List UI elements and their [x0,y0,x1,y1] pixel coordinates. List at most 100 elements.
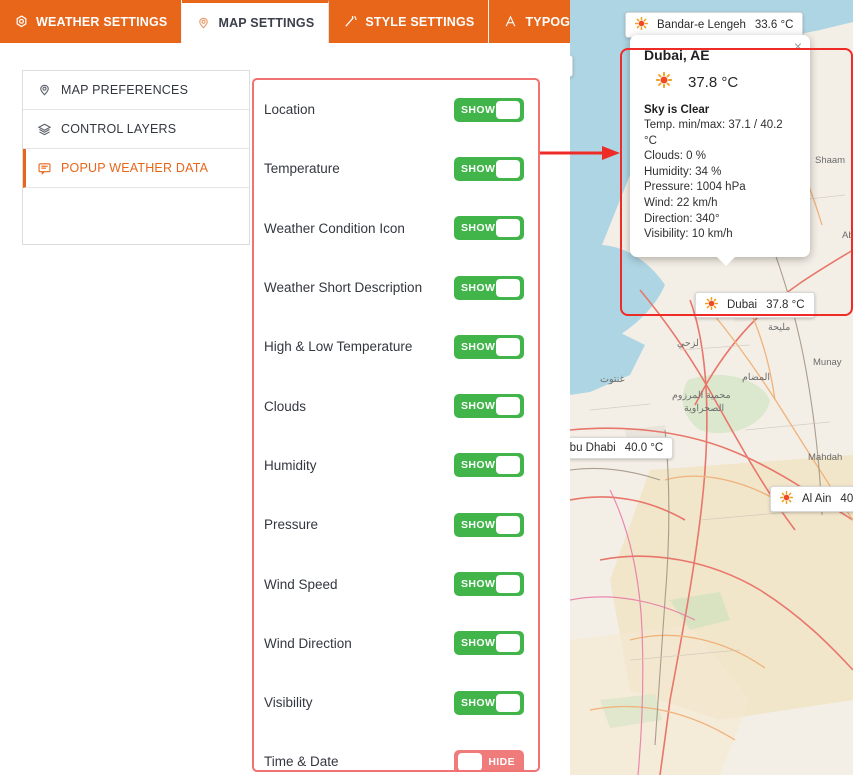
popup-detail-line: Wind: 22 km/h [644,196,718,209]
map-marker-chip[interactable]: °C [570,55,573,77]
map-marker-icon [37,83,52,98]
setting-label: Visibility [264,695,313,711]
setting-row: Humidity SHOW [254,436,538,495]
setting-row: Time & Date HIDE [254,732,538,770]
toggle-wind-direction[interactable]: SHOW [454,631,524,656]
popup-detail-line: Temp. min/max: 37.1 / 40.2 °C [644,119,783,147]
toggle-knob [496,575,520,594]
map-place-label: غنتوت [600,374,625,385]
toggle-high-low-temperature[interactable]: SHOW [454,334,524,359]
setting-label: High & Low Temperature [264,339,413,355]
setting-row: Clouds SHOW [254,376,538,435]
letter-a-icon [503,14,518,29]
sidebar-item-label: CONTROL LAYERS [61,122,177,136]
setting-row: Temperature SHOW [254,139,538,198]
map-place-label: الصحراوية [684,403,725,414]
tab-weather-settings[interactable]: WEATHER SETTINGS [0,0,183,43]
setting-row: Visibility SHOW [254,673,538,732]
toggle-label: SHOW [461,696,496,709]
toggle-knob [496,397,520,416]
map-place-label: Ab [842,230,853,241]
map-place-label: مليحة [768,322,791,333]
map-marker-icon [196,16,211,31]
toggle-label: SHOW [461,103,496,116]
map-marker-chip[interactable]: Al Ain 40 [770,486,853,512]
toggle-clouds[interactable]: SHOW [454,394,524,419]
sun-icon [634,16,649,33]
toggle-knob [496,634,520,653]
map-marker-chip[interactable]: Dubai 37.8 °C [695,292,815,318]
popup-temperature: 37.8 °C [688,74,739,91]
toggle-time-date[interactable]: HIDE [454,749,524,770]
toggle-label: SHOW [461,400,496,413]
tab-map-settings[interactable]: MAP SETTINGS [182,0,330,43]
sidebar-item-map-preferences[interactable]: MAP PREFERENCES [23,71,249,110]
toggle-label: SHOW [461,281,496,294]
toggle-label: SHOW [461,340,496,353]
toggle-label: SHOW [461,459,496,472]
sun-icon [704,296,719,313]
map-place-label: محمية المرزوم [672,390,731,401]
setting-row: Location SHOW [254,80,538,139]
popup-bubble-icon [37,161,52,176]
map-place-label: Mahdah [808,452,843,463]
popup-detail-line: Direction: 340° [644,212,720,225]
sidebar-item-control-layers[interactable]: CONTROL LAYERS [23,110,249,149]
toggle-visibility[interactable]: SHOW [454,690,524,715]
popup-tail [716,255,736,266]
setting-label: Weather Short Description [264,280,423,296]
map-place-label: Shaam [815,155,846,166]
tab-label: STYLE SETTINGS [365,14,475,29]
setting-label: Pressure [264,517,319,533]
toggle-knob [496,219,520,238]
popup-detail-line: Pressure: 1004 hPa [644,181,746,194]
tab-label: MAP SETTINGS [218,16,315,30]
setting-row: Wind Direction SHOW [254,614,538,673]
toggle-wind-speed[interactable]: SHOW [454,572,524,597]
map-place-label: المضام [742,372,771,383]
map-marker-chip[interactable]: Abu Dhabi 40.0 °C [570,437,674,459]
setting-label: Location [264,102,316,118]
close-icon[interactable]: × [794,39,802,53]
toggle-humidity[interactable]: SHOW [454,453,524,478]
marker-temperature: 33.6 °C [754,19,794,31]
toggle-location[interactable]: SHOW [454,97,524,122]
toggle-knob [458,752,482,770]
setting-label: Wind Speed [264,576,338,592]
toggle-temperature[interactable]: SHOW [454,156,524,181]
setting-row: High & Low Temperature SHOW [254,317,538,376]
weather-cloud-icon [14,14,29,29]
marker-city-name: Bandar-e Lengeh [657,19,746,31]
toggle-knob [496,159,520,178]
tab-style-settings[interactable]: STYLE SETTINGS [329,0,490,43]
toggle-weather-condition-icon[interactable]: SHOW [454,216,524,241]
sidebar-item-label: MAP PREFERENCES [61,83,189,97]
setting-row: Pressure SHOW [254,495,538,554]
setting-label: Clouds [264,398,307,414]
toggle-pressure[interactable]: SHOW [454,512,524,537]
toggle-label: HIDE [488,755,515,768]
sidebar-item-popup-weather-data[interactable]: POPUP WEATHER DATA [23,149,249,188]
toggle-knob [496,515,520,534]
setting-row: Wind Speed SHOW [254,554,538,613]
sidebar-item-label: POPUP WEATHER DATA [61,161,209,175]
tab-label: WEATHER SETTINGS [36,14,168,29]
marker-temperature: 40.0 °C [624,442,664,454]
weather-map[interactable]: Shaam Ab Munay Mahdah مليحة غنتوت المضام محمية … [570,0,853,775]
toggle-weather-short-description[interactable]: SHOW [454,275,524,300]
marker-city-name: Abu Dhabi [570,442,616,454]
magic-wand-icon [343,14,358,29]
weather-popup[interactable]: × Dubai, AE 37.8 °C Sky is Clear Temp. m… [630,35,810,266]
setting-row: Weather Condition Icon SHOW [254,199,538,258]
popup-sky-description: Sky is Clear [644,104,710,116]
setting-row: Weather Short Description SHOW [254,258,538,317]
toggle-label: SHOW [461,222,496,235]
setting-label: Temperature [264,161,340,177]
marker-city-name: Al Ain [802,493,832,505]
map-place-label: Munay [813,357,842,368]
setting-label: Weather Condition Icon [264,220,405,236]
sun-icon [655,71,673,93]
settings-sidebar: MAP PREFERENCES CONTROL LAYERS POPUP WEA… [22,70,250,245]
toggle-label: SHOW [461,578,496,591]
toggle-label: SHOW [461,518,496,531]
